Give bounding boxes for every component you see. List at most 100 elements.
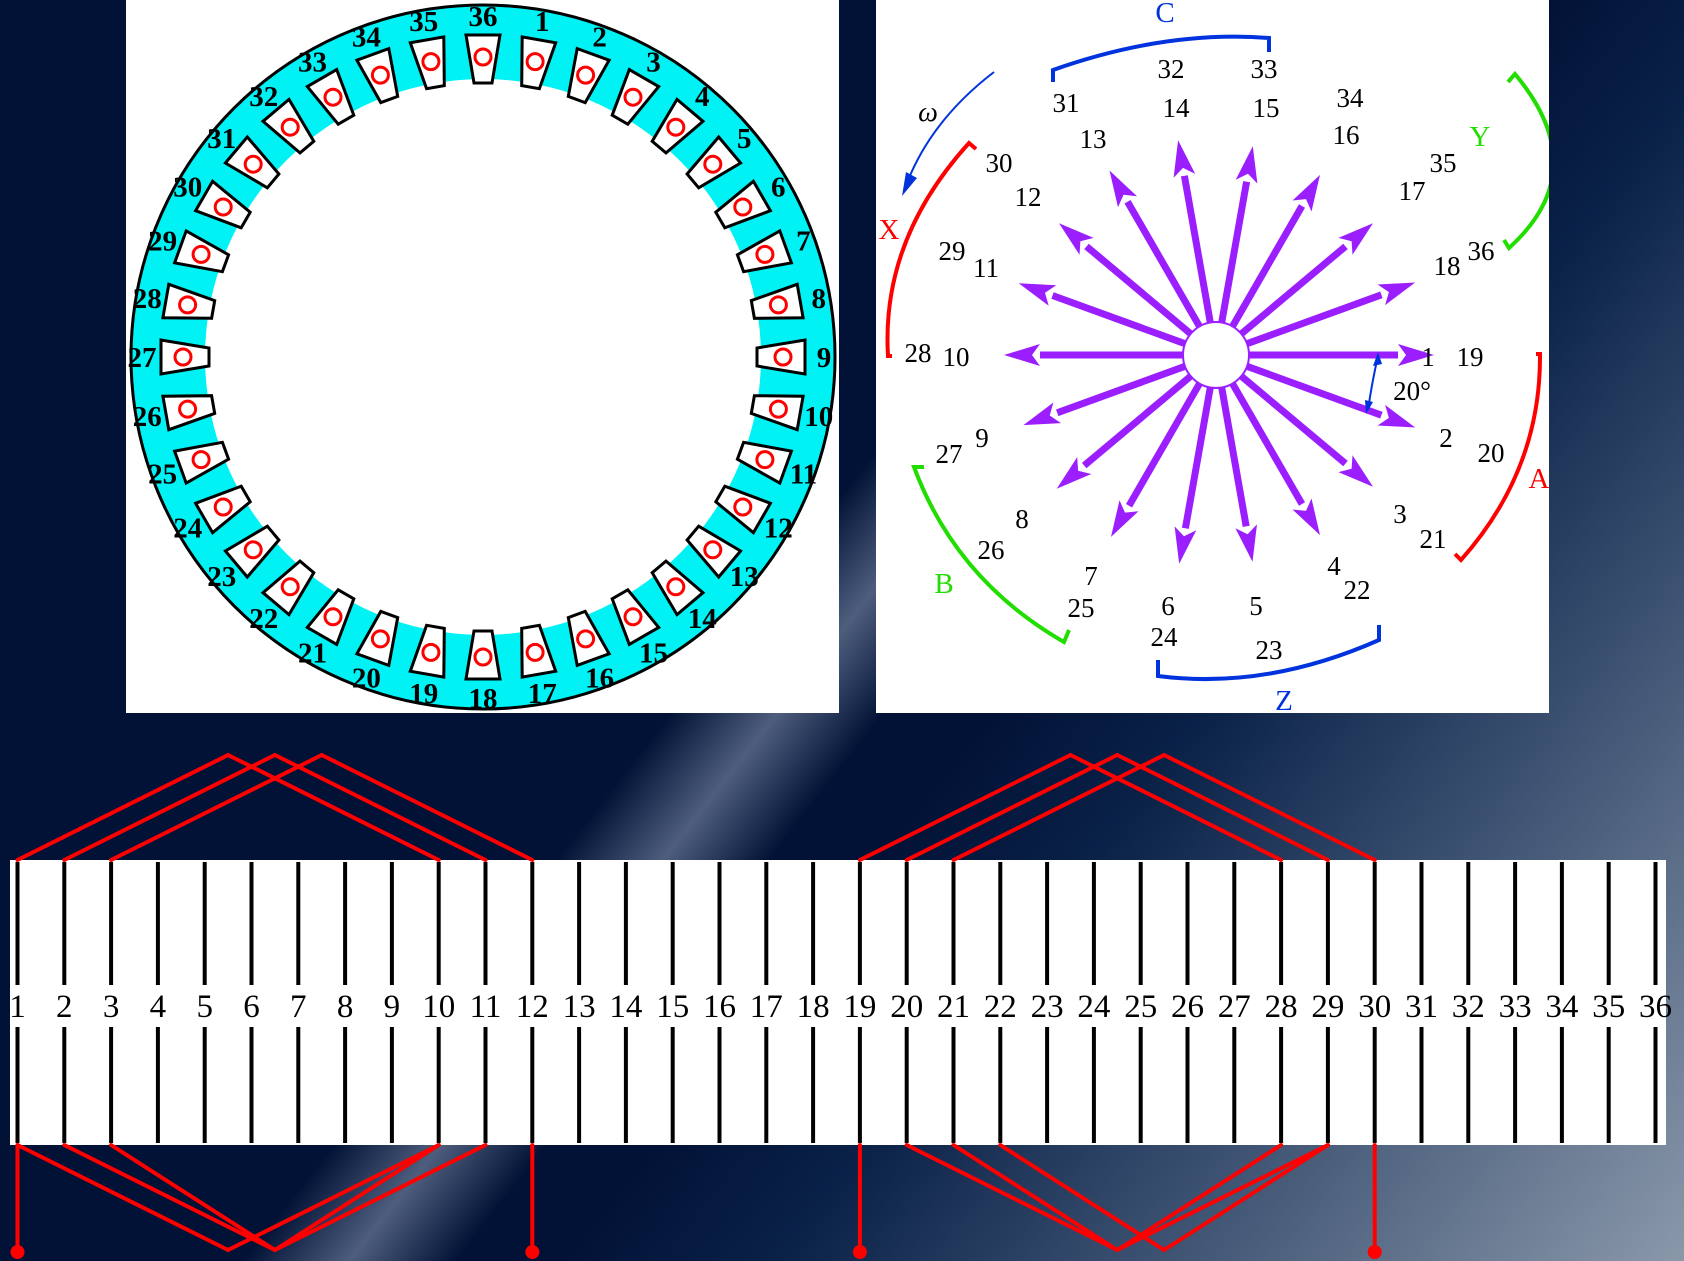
conductor-marker-9: [773, 347, 793, 367]
conductor-marker-25: [191, 450, 211, 470]
conductor-marker-26: [178, 399, 198, 419]
omega-label: ω: [918, 97, 938, 128]
winding-slot-label-30: 30: [1358, 989, 1391, 1025]
phasor-slot-label-29: 29: [939, 236, 966, 266]
winding-slot-label-29: 29: [1311, 989, 1344, 1025]
phasor-slot-label-30: 30: [986, 148, 1013, 178]
slot-number-label-21: 21: [298, 637, 327, 669]
winding-slot-label-14: 14: [609, 989, 642, 1025]
slot-number-label-23: 23: [207, 561, 236, 593]
emf-phasor-arrowhead-2: [1377, 404, 1416, 428]
terminal-dot-1: [10, 1245, 25, 1259]
conductor-marker-24: [213, 497, 233, 517]
winding-slot-label-6: 6: [243, 989, 260, 1025]
phasor-slot-label-3: 3: [1393, 499, 1407, 529]
conductor-marker-16: [576, 629, 596, 649]
conductor-marker-13: [703, 540, 723, 560]
conductor-marker-3: [623, 87, 643, 107]
coil-bottom-right-2: [272, 1143, 488, 1252]
phasor-slot-label-4: 4: [1327, 551, 1341, 581]
winding-slot-label-12: 12: [516, 989, 549, 1025]
winding-slot-label-10: 10: [422, 989, 455, 1025]
coil-top-left-1: [15, 753, 231, 862]
stator-cross-section-panel: 1 2 3 4 5 6 7 8 9 10 11 12 13 14 15 16 17 18 19 20 21 22 23 24 2…: [126, 0, 839, 715]
conductor-marker-18: [473, 647, 493, 667]
winding-slot-label-35: 35: [1592, 989, 1625, 1025]
slot-number-label-22: 22: [249, 603, 278, 635]
winding-slot-label-36: 36: [1639, 989, 1672, 1025]
coil-top-left-2: [62, 753, 277, 862]
phase-label-Z: Z: [1275, 685, 1293, 713]
winding-slot-label-2: 2: [56, 989, 73, 1025]
slot-number-label-15: 15: [639, 637, 668, 669]
winding-slot-label-8: 8: [337, 989, 354, 1025]
conductor-marker-35: [421, 52, 441, 72]
conductor-marker-20: [370, 629, 390, 649]
slot-number-label-14: 14: [688, 603, 717, 635]
slot-number-label-7: 7: [796, 225, 811, 257]
conductor-marker-1: [525, 52, 545, 72]
conductor-marker-11: [755, 450, 775, 470]
emf-phasor-18: [1245, 291, 1383, 347]
phasor-slot-label-31: 31: [1053, 88, 1080, 118]
slot-emf-phasor-star-diagram: 1 192 203214225236247258269271028112912301…: [879, 0, 1556, 717]
emf-phasor-arrowhead-5: [1235, 524, 1257, 562]
slot-number-label-16: 16: [585, 662, 614, 694]
slot-number-label-1: 1: [535, 6, 550, 38]
slot-number-label-19: 19: [409, 678, 438, 710]
slot-number-label-11: 11: [790, 459, 817, 491]
slot-number-label-30: 30: [173, 172, 202, 204]
slot-number-label-20: 20: [352, 662, 381, 694]
winding-slot-label-13: 13: [563, 989, 596, 1025]
conductor-marker-36: [473, 47, 493, 67]
emf-phasor-6: [1181, 386, 1214, 529]
conductor-marker-27: [173, 347, 193, 367]
slot-number-label-26: 26: [133, 401, 162, 433]
phasor-slot-label-19: 19: [1457, 342, 1484, 372]
winding-slot-label-31: 31: [1405, 989, 1438, 1025]
phasor-slot-label-10: 10: [943, 342, 970, 372]
emf-phasor-arrowhead-6: [1174, 526, 1197, 564]
winding-slot-label-34: 34: [1545, 989, 1578, 1025]
phasor-slot-label-27: 27: [936, 439, 963, 469]
phasor-slot-label-17: 17: [1399, 176, 1426, 206]
slot-number-label-28: 28: [133, 283, 162, 315]
phasor-slot-label-28: 28: [905, 338, 932, 368]
slot-number-label-13: 13: [730, 561, 759, 593]
phasor-slot-label-1: 1: [1421, 342, 1435, 372]
phasor-slot-label-2: 2: [1439, 423, 1453, 453]
conductor-marker-12: [733, 497, 753, 517]
conductor-marker-31: [243, 154, 263, 174]
coil-top-left-21: [951, 753, 1167, 862]
phasor-slot-label-34: 34: [1337, 83, 1365, 113]
coil-top-right-19: [1068, 753, 1284, 862]
conductor-marker-15: [623, 607, 643, 627]
conductor-marker-28: [178, 295, 198, 315]
conductor-marker-2: [576, 65, 596, 85]
emf-phasor-arrowhead-18: [1377, 282, 1416, 306]
slot-number-label-5: 5: [737, 123, 752, 155]
emf-phasor-arrowhead-7: [1111, 500, 1139, 537]
slot-number-label-31: 31: [207, 123, 236, 155]
winding-slot-label-19: 19: [843, 989, 876, 1025]
slot-number-label-2: 2: [592, 22, 607, 54]
conductor-marker-22: [280, 577, 300, 597]
winding-slot-label-24: 24: [1077, 989, 1110, 1025]
slot-number-label-33: 33: [298, 47, 327, 79]
winding-slot-label-9: 9: [384, 989, 401, 1025]
phasor-slot-label-26: 26: [978, 535, 1005, 565]
emf-phasor-5: [1218, 386, 1250, 528]
phasor-slot-label-33: 33: [1251, 54, 1278, 84]
phasor-slot-label-20: 20: [1478, 438, 1505, 468]
winding-slot-label-28: 28: [1265, 989, 1298, 1025]
phase-belt-Y: [1502, 70, 1556, 252]
emf-phasor-arrowhead-13: [1109, 170, 1137, 208]
slot-number-label-24: 24: [173, 513, 202, 545]
coil-top-left-20: [904, 753, 1120, 862]
slot-number-label-9: 9: [817, 342, 832, 374]
conductor-marker-14: [666, 577, 686, 597]
terminal-dot-30: [1367, 1245, 1382, 1259]
winding-slot-label-11: 11: [470, 989, 502, 1025]
coil-top-right-1: [226, 753, 441, 862]
slot-number-label-32: 32: [249, 81, 278, 113]
